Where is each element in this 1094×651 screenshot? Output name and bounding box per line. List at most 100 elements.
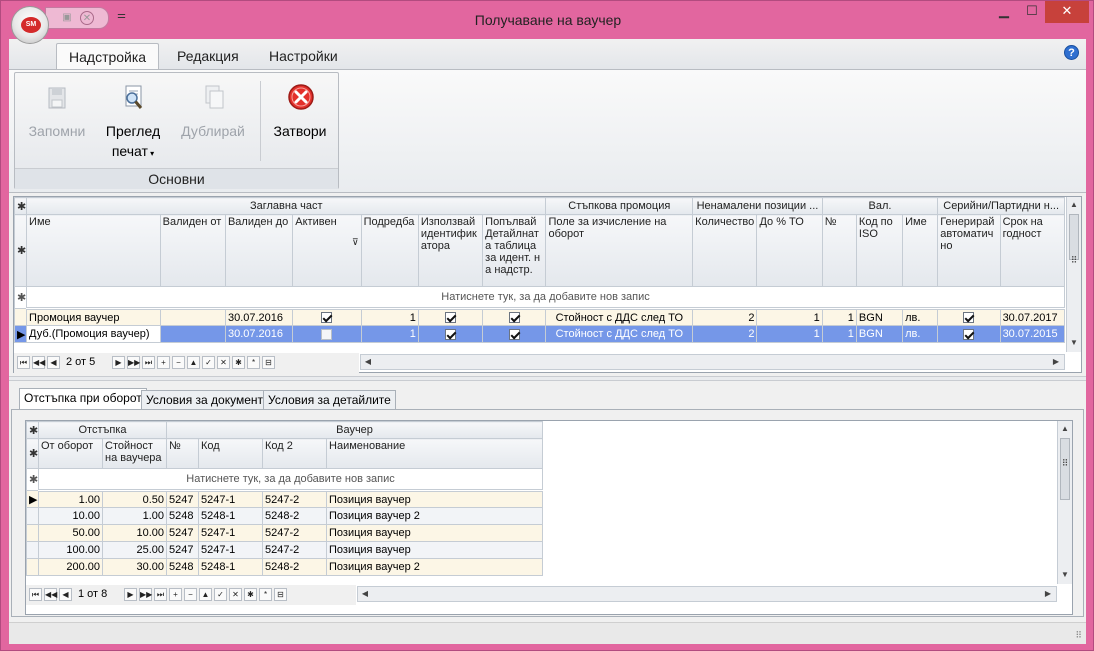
help-icon[interactable]: ? bbox=[1064, 45, 1079, 60]
fill-detail-checkbox[interactable] bbox=[508, 312, 520, 324]
table-row[interactable]: ▶ 1.00 0.50 5247 5247-1 5247-2 Позиция в… bbox=[26, 490, 544, 508]
scroll-left-icon[interactable]: ◀ bbox=[361, 355, 375, 369]
col-qty[interactable]: Количество bbox=[692, 214, 758, 287]
cell-code[interactable]: 5247-1 bbox=[198, 490, 264, 508]
active-checkbox[interactable] bbox=[321, 328, 333, 340]
cell-from[interactable]: 10.00 bbox=[38, 507, 103, 525]
cell-name[interactable]: Дуб.(Промоция ваучер) bbox=[26, 325, 161, 343]
cell-value[interactable]: 30.00 bbox=[101, 558, 168, 576]
cell-value[interactable]: 0.50 bbox=[101, 490, 168, 508]
save-bookmark-icon[interactable]: * bbox=[247, 356, 260, 369]
tab-discount-turnover[interactable]: Отстъпка при оборот bbox=[19, 388, 147, 410]
tab-nadstroyka[interactable]: Надстройка bbox=[56, 43, 160, 69]
cell-code2[interactable]: 5247-2 bbox=[262, 490, 328, 508]
cell-from[interactable]: 100.00 bbox=[38, 541, 103, 559]
last-record-icon[interactable]: ⏭ bbox=[142, 356, 155, 369]
col-from-turnover[interactable]: От оборот bbox=[38, 438, 103, 469]
col-no[interactable]: № bbox=[821, 214, 857, 287]
grid2-horizontal-scrollbar[interactable]: ◀ ▶ bbox=[357, 586, 1057, 602]
splitter[interactable] bbox=[9, 376, 1086, 381]
scroll-right-icon[interactable]: ▶ bbox=[1049, 355, 1063, 369]
cell-to[interactable]: 30.07.2016 bbox=[224, 308, 294, 326]
duplicate-button[interactable]: Дублирай bbox=[173, 77, 253, 165]
refresh-icon[interactable]: ✱ bbox=[244, 588, 257, 601]
table-row[interactable]: Промоция ваучер 30.07.2016 1 Стойност с … bbox=[13, 308, 1066, 326]
col-order[interactable]: Подредба bbox=[360, 214, 419, 287]
next-page-icon[interactable]: ▶▶ bbox=[127, 356, 140, 369]
next-record-icon[interactable]: ▶ bbox=[112, 356, 125, 369]
cell-code[interactable]: 5247-1 bbox=[198, 524, 264, 542]
cell-expiry[interactable]: 30.07.2015 bbox=[999, 325, 1066, 343]
cell-from[interactable] bbox=[159, 308, 226, 326]
cell-iso[interactable]: BGN bbox=[855, 325, 904, 343]
resize-grip-icon[interactable]: ⠿ bbox=[1075, 630, 1082, 641]
cell-field[interactable]: Стойност с ДДС след ТО bbox=[545, 325, 694, 343]
append-icon[interactable]: + bbox=[157, 356, 170, 369]
cell-item-name[interactable]: Позиция ваучер 2 bbox=[326, 558, 544, 576]
table-row[interactable]: 200.00 30.00 5248 5248-1 5248-2 Позиция … bbox=[26, 558, 544, 576]
cell-code2[interactable]: 5247-2 bbox=[262, 524, 328, 542]
cell-item-name[interactable]: Позиция ваучер bbox=[326, 490, 544, 508]
col-item-name[interactable]: Наименование bbox=[326, 438, 544, 469]
new-row-prompt[interactable]: Натиснете тук, за да добавите нов запис bbox=[37, 468, 544, 492]
print-preview-button[interactable]: Преглед печат ▾ bbox=[97, 77, 169, 165]
filter-icon[interactable]: ⊟ bbox=[262, 356, 275, 369]
cell-item-name[interactable]: Позиция ваучер bbox=[326, 541, 544, 559]
scroll-down-icon[interactable]: ▼ bbox=[1067, 336, 1081, 350]
cell-order[interactable]: 1 bbox=[360, 325, 419, 343]
col-generate[interactable]: Генерирай автоматично bbox=[937, 214, 1001, 287]
end-edit-icon[interactable]: ✓ bbox=[214, 588, 227, 601]
cell-qty[interactable]: 2 bbox=[692, 308, 758, 326]
first-record-icon[interactable]: ⏮ bbox=[17, 356, 30, 369]
cell-no[interactable]: 5248 bbox=[166, 558, 200, 576]
cell-to[interactable]: 30.07.2016 bbox=[224, 325, 294, 343]
table-row-selected[interactable]: ▶ Дуб.(Промоция ваучер) 30.07.2016 1 Сто… bbox=[13, 325, 1066, 343]
edit-icon[interactable]: ▲ bbox=[187, 356, 200, 369]
cell-code2[interactable]: 5248-2 bbox=[262, 507, 328, 525]
active-checkbox[interactable] bbox=[321, 312, 333, 324]
close-window-button[interactable]: ✕ bbox=[1045, 1, 1089, 23]
cell-value[interactable]: 10.00 bbox=[101, 524, 168, 542]
col-iso[interactable]: Код по ISO bbox=[855, 214, 904, 287]
last-record-icon[interactable]: ⏭ bbox=[154, 588, 167, 601]
col-name[interactable]: Име bbox=[26, 214, 161, 287]
scroll-up-icon[interactable]: ▲ bbox=[1067, 198, 1081, 212]
cancel-edit-icon[interactable]: ✕ bbox=[217, 356, 230, 369]
col-pct[interactable]: До % ТО bbox=[756, 214, 823, 287]
cell-value[interactable]: 1.00 bbox=[101, 507, 168, 525]
cell-no[interactable]: 5247 bbox=[166, 490, 200, 508]
cell-item-name[interactable]: Позиция ваучер bbox=[326, 524, 544, 542]
column-chooser-icon[interactable]: ✱ bbox=[13, 197, 28, 215]
cell-no[interactable]: 5247 bbox=[166, 541, 200, 559]
delete-icon[interactable]: − bbox=[184, 588, 197, 601]
tab-detail-conditions[interactable]: Условия за детайлите bbox=[263, 390, 396, 410]
generate-checkbox[interactable] bbox=[963, 312, 975, 324]
cell-from[interactable]: 1.00 bbox=[38, 490, 103, 508]
next-page-icon[interactable]: ▶▶ bbox=[139, 588, 152, 601]
col-code[interactable]: Код bbox=[198, 438, 264, 469]
cell-no[interactable]: 1 bbox=[821, 325, 857, 343]
col-active[interactable]: Активен ⊽ bbox=[292, 214, 362, 287]
cell-code[interactable]: 5247-1 bbox=[198, 541, 264, 559]
prev-page-icon[interactable]: ◀◀ bbox=[32, 356, 45, 369]
end-edit-icon[interactable]: ✓ bbox=[202, 356, 215, 369]
minimize-button[interactable]: ▁ bbox=[991, 1, 1017, 23]
prev-record-icon[interactable]: ◀ bbox=[47, 356, 60, 369]
filter-icon[interactable]: ⊟ bbox=[274, 588, 287, 601]
tab-document-conditions[interactable]: Условия за документа bbox=[141, 390, 275, 410]
next-record-icon[interactable]: ▶ bbox=[124, 588, 137, 601]
app-menu-button[interactable]: SM bbox=[11, 6, 49, 44]
col-code2[interactable]: Код 2 bbox=[262, 438, 328, 469]
scroll-down-icon[interactable]: ▼ bbox=[1058, 568, 1072, 582]
fill-detail-checkbox[interactable] bbox=[508, 328, 520, 340]
delete-icon[interactable]: − bbox=[172, 356, 185, 369]
col-voucher-value[interactable]: Стойност на ваучера bbox=[101, 438, 168, 469]
save-bookmark-icon[interactable]: * bbox=[259, 588, 272, 601]
first-record-icon[interactable]: ⏮ bbox=[29, 588, 42, 601]
cell-cname[interactable]: лв. bbox=[902, 308, 939, 326]
col-fill-detail[interactable]: Попълвай Детайлната таблица за идент. на… bbox=[482, 214, 547, 287]
cell-from[interactable]: 200.00 bbox=[38, 558, 103, 576]
column-chooser-icon[interactable]: ✱ bbox=[26, 421, 39, 439]
cell-order[interactable]: 1 bbox=[360, 308, 419, 326]
close-button[interactable]: Затвори bbox=[265, 77, 335, 165]
